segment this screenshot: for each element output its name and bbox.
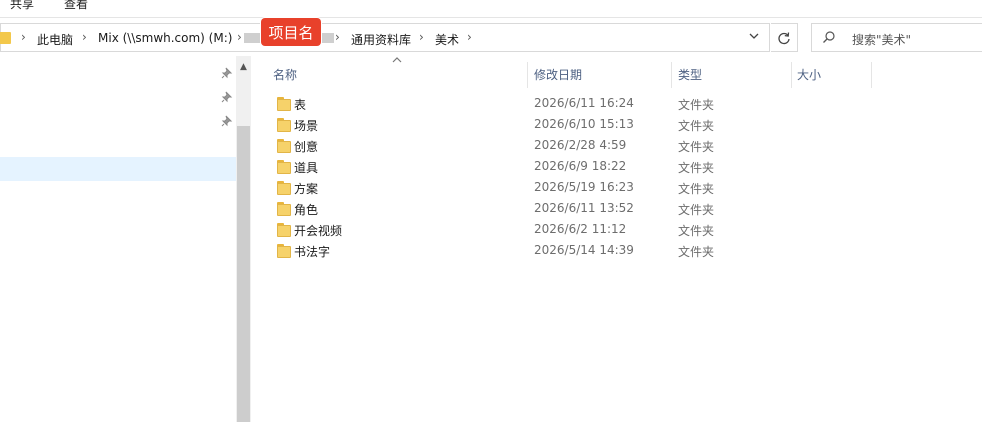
refresh-icon [778,32,790,45]
breadcrumb-common-library[interactable]: 通用资料库 [351,31,411,48]
address-row: › 此电脑 › Mix (\\smwh.com) (M:) › › 通用资料库 … [0,18,982,56]
file-name: 道具 [294,161,319,175]
file-name: 角色 [294,203,319,217]
scroll-up-arrow-icon[interactable]: ▲ [236,60,251,74]
address-bar[interactable]: › 此电脑 › Mix (\\smwh.com) (M:) › › 通用资料库 … [0,23,770,52]
file-list[interactable]: 名称 修改日期 类型 大小 表 2026/6/11 16:24 文件夹 场景 2… [251,56,982,422]
breadcrumb-chevron-icon[interactable]: › [237,30,242,44]
pin-svg [221,67,233,79]
file-type: 文件夹 [678,140,715,154]
file-date: 2026/6/9 18:22 [534,159,627,173]
column-header-date[interactable]: 修改日期 [534,66,582,83]
folder-icon [277,223,291,237]
column-divider[interactable] [871,62,872,88]
column-divider[interactable] [791,62,792,88]
file-type: 文件夹 [678,224,715,238]
file-row[interactable]: 书法字 2026/5/14 14:39 文件夹 [272,241,972,262]
file-name: 创意 [294,140,319,154]
file-date: 2026/6/2 11:12 [534,222,627,236]
file-type: 文件夹 [678,203,715,217]
breadcrumb-this-pc[interactable]: 此电脑 [37,31,73,48]
file-row[interactable]: 表 2026/6/11 16:24 文件夹 [272,94,972,115]
ribbon: 共享 查看 [0,0,982,18]
breadcrumb-chevron-icon[interactable]: › [335,30,340,44]
folder-icon [277,160,291,174]
file-date: 2026/2/28 4:59 [534,138,627,152]
file-row[interactable]: 角色 2026/6/11 13:52 文件夹 [272,199,972,220]
file-date: 2026/6/11 16:24 [534,96,634,110]
nav-scrollbar[interactable]: ▲ [236,56,251,422]
pin-svg [221,115,233,127]
sort-ascending-icon [392,57,402,63]
column-header-type[interactable]: 类型 [678,66,702,83]
column-header-name[interactable]: 名称 [273,66,297,83]
nav-item-selected[interactable] [0,157,236,181]
search-placeholder: 搜索"美术" [852,33,912,47]
navigation-pane[interactable] [0,56,236,422]
refresh-button[interactable] [771,23,798,52]
search-input[interactable]: 搜索"美术" [811,23,982,52]
chevron-down-icon[interactable] [743,30,765,48]
folder-icon [277,139,291,153]
ribbon-tab-share[interactable]: 共享 [10,0,34,12]
file-type: 文件夹 [678,161,715,175]
folder-icon [277,181,291,195]
file-type: 文件夹 [678,245,715,259]
breadcrumb-chevron-icon[interactable]: › [21,30,26,44]
file-row[interactable]: 场景 2026/6/10 15:13 文件夹 [272,115,972,136]
pin-icon[interactable] [221,91,233,103]
file-name: 表 [294,98,307,112]
folder-icon [277,244,291,258]
file-date: 2026/5/14 14:39 [534,243,634,257]
column-divider[interactable] [671,62,672,88]
breadcrumb-art[interactable]: 美术 [435,31,459,48]
file-name: 开会视频 [294,224,343,238]
search-icon [823,31,835,43]
ribbon-tab-view[interactable]: 查看 [64,0,88,12]
folder-icon [0,32,11,44]
file-name: 方案 [294,182,319,196]
column-header-size[interactable]: 大小 [797,66,821,83]
folder-icon [277,118,291,132]
folder-icon [277,202,291,216]
breadcrumb-drive[interactable]: Mix (\\smwh.com) (M:) [98,31,232,45]
breadcrumb-chevron-icon[interactable]: › [419,30,424,44]
file-row[interactable]: 方案 2026/5/19 16:23 文件夹 [272,178,972,199]
scrollbar-thumb[interactable] [237,126,250,422]
file-name: 场景 [294,119,319,133]
breadcrumb-chevron-icon[interactable]: › [82,30,87,44]
file-name: 书法字 [294,245,331,259]
pin-icon[interactable] [221,67,233,79]
folder-icon [277,97,291,111]
pin-svg [221,91,233,103]
file-row[interactable]: 创意 2026/2/28 4:59 文件夹 [272,136,972,157]
file-date: 2026/5/19 16:23 [534,180,634,194]
file-type: 文件夹 [678,119,715,133]
file-date: 2026/6/11 13:52 [534,201,634,215]
project-name-badge: 项目名 [261,18,321,46]
file-row[interactable]: 道具 2026/6/9 18:22 文件夹 [272,157,972,178]
file-date: 2026/6/10 15:13 [534,117,634,131]
file-type: 文件夹 [678,98,715,112]
pin-icon[interactable] [221,115,233,127]
breadcrumb-chevron-icon[interactable]: › [467,30,472,44]
file-row[interactable]: 开会视频 2026/6/2 11:12 文件夹 [272,220,972,241]
column-divider[interactable] [527,62,528,88]
chevron-down-svg [749,33,759,39]
file-type: 文件夹 [678,182,715,196]
